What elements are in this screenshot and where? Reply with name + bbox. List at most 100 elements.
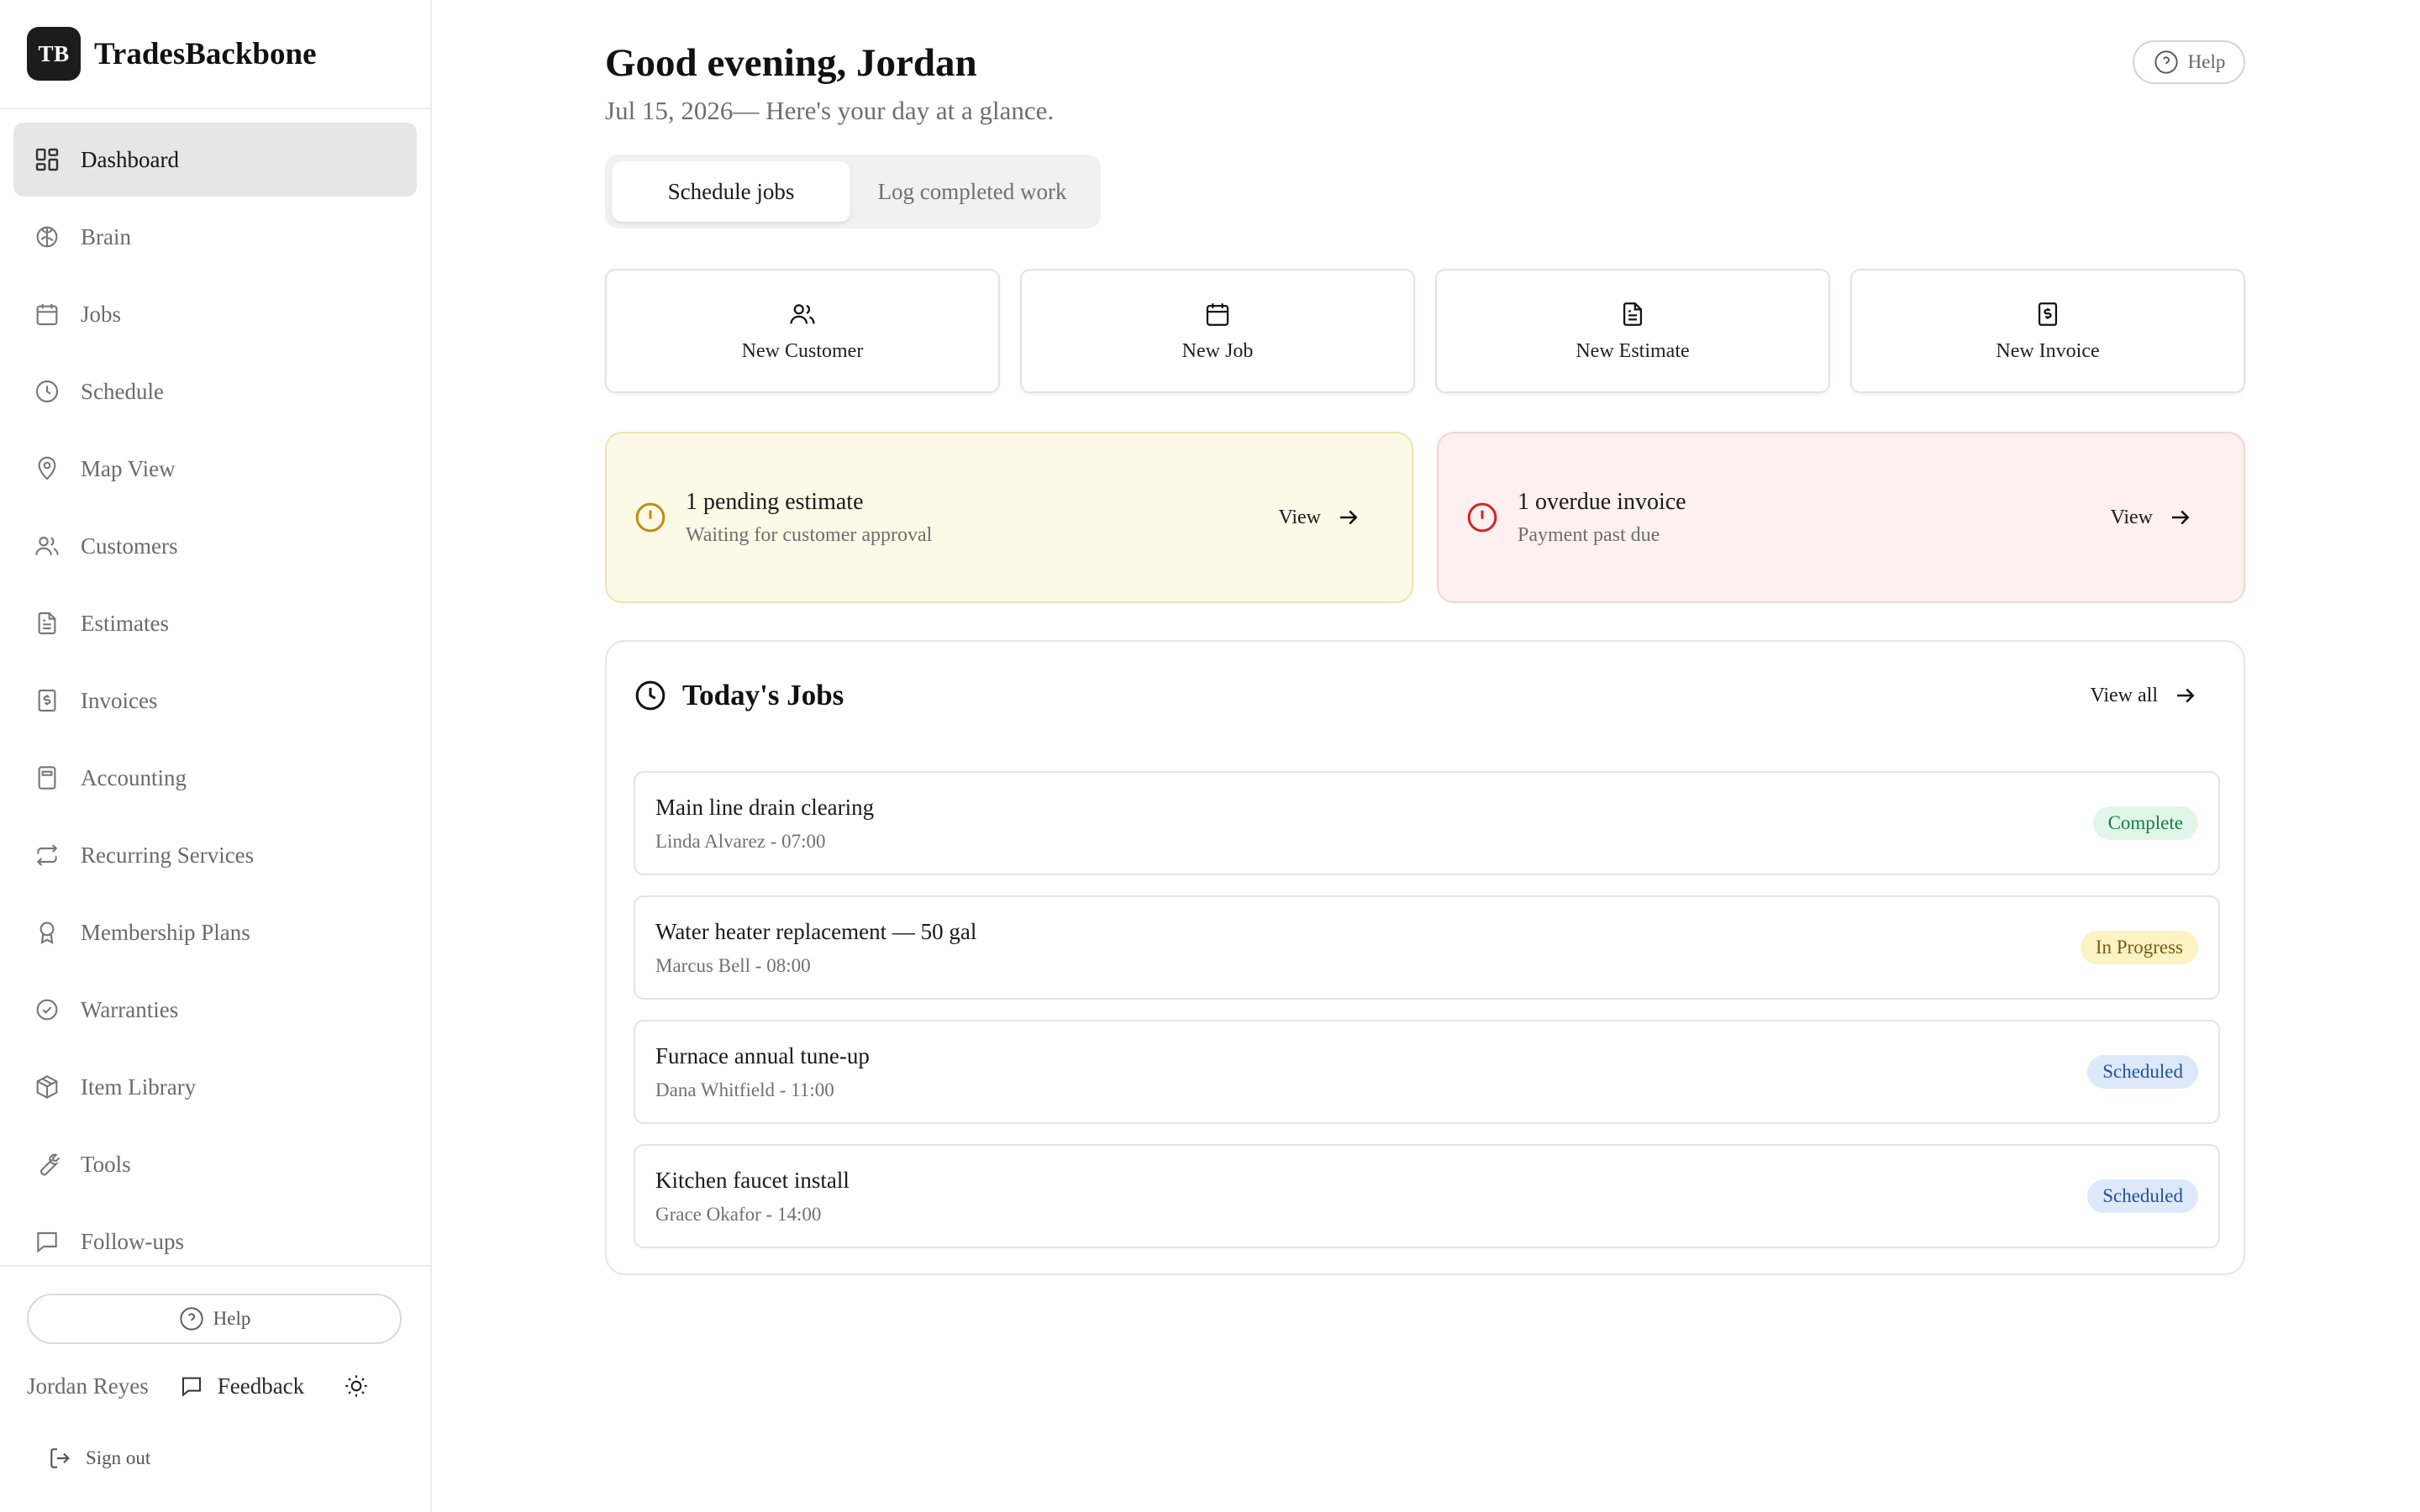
- new-estimate-button[interactable]: New Estimate: [1435, 269, 1830, 393]
- mode-tabs: Schedule jobs Log completed work: [605, 155, 1101, 228]
- sidebar-item-label: Follow-ups: [81, 1228, 185, 1254]
- tab-schedule-jobs[interactable]: Schedule jobs: [612, 161, 850, 222]
- sidebar-item-label: Jobs: [81, 301, 122, 327]
- sign-out-icon: [50, 1448, 70, 1468]
- job-meta: Grace Okafor - 14:00: [655, 1203, 822, 1225]
- quick-action-label: New Customer: [741, 339, 864, 362]
- sidebar-item-label: Dashboard: [81, 146, 179, 172]
- arrow-right-icon: [2172, 510, 2190, 525]
- status-badge: Complete: [2092, 806, 2198, 840]
- overdue-invoice-alert: 1 overdue invoice Payment past due View: [1437, 432, 2245, 603]
- users-icon: [790, 303, 815, 323]
- view-label: View: [1278, 506, 1321, 528]
- view-all-jobs-button[interactable]: View all: [2090, 683, 2198, 708]
- sidebar-item-jobs[interactable]: Jobs: [13, 277, 417, 351]
- job-title: Main line drain clearing: [655, 794, 875, 820]
- sidebar-item-label: Invoices: [81, 687, 158, 713]
- job-title: Furnace annual tune-up: [655, 1042, 870, 1068]
- page-subtitle: Jul 15, 2026— Here's your day at a glanc…: [605, 96, 1055, 125]
- brand-name: TradesBackbone: [94, 36, 317, 71]
- package-icon: [36, 1075, 58, 1099]
- sidebar: TB TradesBackbone Dashboard Brain Jobs S…: [0, 0, 432, 1512]
- view-all-label: View all: [2090, 684, 2158, 706]
- help-circle-icon: [180, 1307, 203, 1331]
- sidebar-help-button[interactable]: Help: [27, 1294, 402, 1344]
- job-title: Water heater replacement — 50 gal: [655, 918, 977, 944]
- sidebar-item-tools[interactable]: Tools: [13, 1127, 417, 1201]
- document-icon: [1623, 302, 1643, 326]
- alert-subtitle: Waiting for customer approval: [686, 523, 933, 546]
- sidebar-item-warranties[interactable]: Warranties: [13, 973, 417, 1047]
- sidebar-item-map-view[interactable]: Map View: [13, 432, 417, 506]
- feedback-button[interactable]: Feedback: [179, 1373, 304, 1399]
- tab-log-completed-work[interactable]: Log completed work: [850, 161, 1094, 222]
- sidebar-item-label: Accounting: [81, 764, 187, 790]
- sidebar-item-customers[interactable]: Customers: [13, 509, 417, 583]
- clock-icon: [635, 680, 666, 711]
- status-badge: Scheduled: [2087, 1179, 2198, 1213]
- map-pin-icon: [38, 456, 56, 480]
- view-overdue-invoice-button[interactable]: View: [2110, 505, 2193, 530]
- status-badge: In Progress: [2080, 931, 2198, 964]
- view-pending-estimate-button[interactable]: View: [1278, 505, 1361, 530]
- dashboard-icon: [35, 148, 59, 171]
- sidebar-item-label: Membership Plans: [81, 919, 250, 945]
- brand-logo: TB: [27, 27, 81, 81]
- sidebar-item-label: Brain: [81, 223, 131, 249]
- quick-actions: New Customer New Job New Estimate New In…: [605, 269, 2245, 393]
- job-row[interactable]: Main line drain clearing Linda Alvarez -…: [634, 771, 2220, 875]
- user-row: Jordan Reyes Feedback: [27, 1366, 402, 1406]
- sidebar-item-schedule[interactable]: Schedule: [13, 354, 417, 428]
- sidebar-item-label: Item Library: [81, 1074, 197, 1100]
- todays-jobs-title: Today's Jobs: [682, 679, 844, 711]
- calendar-icon: [1206, 302, 1229, 326]
- new-job-button[interactable]: New Job: [1020, 269, 1415, 393]
- main-content: Good evening, Jordan Jul 15, 2026— Here'…: [434, 0, 2420, 1512]
- sidebar-item-membership-plans[interactable]: Membership Plans: [13, 895, 417, 969]
- job-row[interactable]: Furnace annual tune-up Dana Whitfield - …: [634, 1020, 2220, 1124]
- award-icon: [39, 921, 55, 944]
- help-label: Help: [213, 1308, 251, 1329]
- sidebar-item-label: Warranties: [81, 996, 179, 1022]
- sidebar-item-recurring-services[interactable]: Recurring Services: [13, 818, 417, 892]
- sidebar-item-dashboard[interactable]: Dashboard: [13, 123, 417, 197]
- sidebar-item-follow-ups[interactable]: Follow-ups: [13, 1205, 417, 1263]
- user-name: Jordan Reyes: [27, 1373, 149, 1399]
- clock-icon: [35, 380, 59, 403]
- todays-jobs-header: Today's Jobs View all: [634, 677, 2222, 714]
- sidebar-item-item-library[interactable]: Item Library: [13, 1050, 417, 1124]
- quick-action-label: New Estimate: [1576, 339, 1690, 362]
- brain-icon: [36, 226, 58, 248]
- todays-jobs-card: Today's Jobs View all Main line drain cl…: [605, 640, 2245, 1275]
- help-button[interactable]: Help: [2133, 40, 2245, 84]
- job-meta: Linda Alvarez - 07:00: [655, 830, 826, 852]
- message-icon: [37, 1231, 57, 1253]
- sidebar-item-label: Estimates: [81, 610, 169, 636]
- quick-action-label: New Job: [1181, 339, 1254, 362]
- sidebar-item-brain[interactable]: Brain: [13, 200, 417, 274]
- receipt-icon: [38, 689, 56, 712]
- job-row[interactable]: Water heater replacement — 50 gal Marcus…: [634, 895, 2220, 1000]
- message-icon: [182, 1377, 201, 1397]
- arrow-right-icon: [2177, 688, 2195, 703]
- sign-out-button[interactable]: Sign out: [47, 1441, 150, 1475]
- sidebar-item-accounting[interactable]: Accounting: [13, 741, 417, 815]
- theme-toggle-button[interactable]: [343, 1373, 370, 1399]
- sidebar-item-invoices[interactable]: Invoices: [13, 664, 417, 738]
- divider: [0, 1265, 430, 1267]
- sidebar-item-label: Customers: [81, 533, 178, 559]
- job-title: Kitchen faucet install: [655, 1167, 850, 1193]
- pending-estimate-alert: 1 pending estimate Waiting for customer …: [605, 432, 1413, 603]
- job-row[interactable]: Kitchen faucet install Grace Okafor - 14…: [634, 1144, 2220, 1248]
- alert-subtitle: Payment past due: [1518, 523, 1660, 546]
- new-customer-button[interactable]: New Customer: [605, 269, 1000, 393]
- sidebar-nav: Dashboard Brain Jobs Schedule Map View C…: [13, 123, 417, 1263]
- brand[interactable]: TB TradesBackbone: [27, 27, 317, 81]
- repeat-icon: [36, 844, 58, 866]
- status-badge: Scheduled: [2087, 1055, 2198, 1089]
- sidebar-item-estimates[interactable]: Estimates: [13, 586, 417, 660]
- receipt-icon: [2038, 302, 2058, 326]
- alert-circle-icon: [635, 502, 666, 533]
- arrow-right-icon: [1340, 510, 1358, 525]
- new-invoice-button[interactable]: New Invoice: [1850, 269, 2245, 393]
